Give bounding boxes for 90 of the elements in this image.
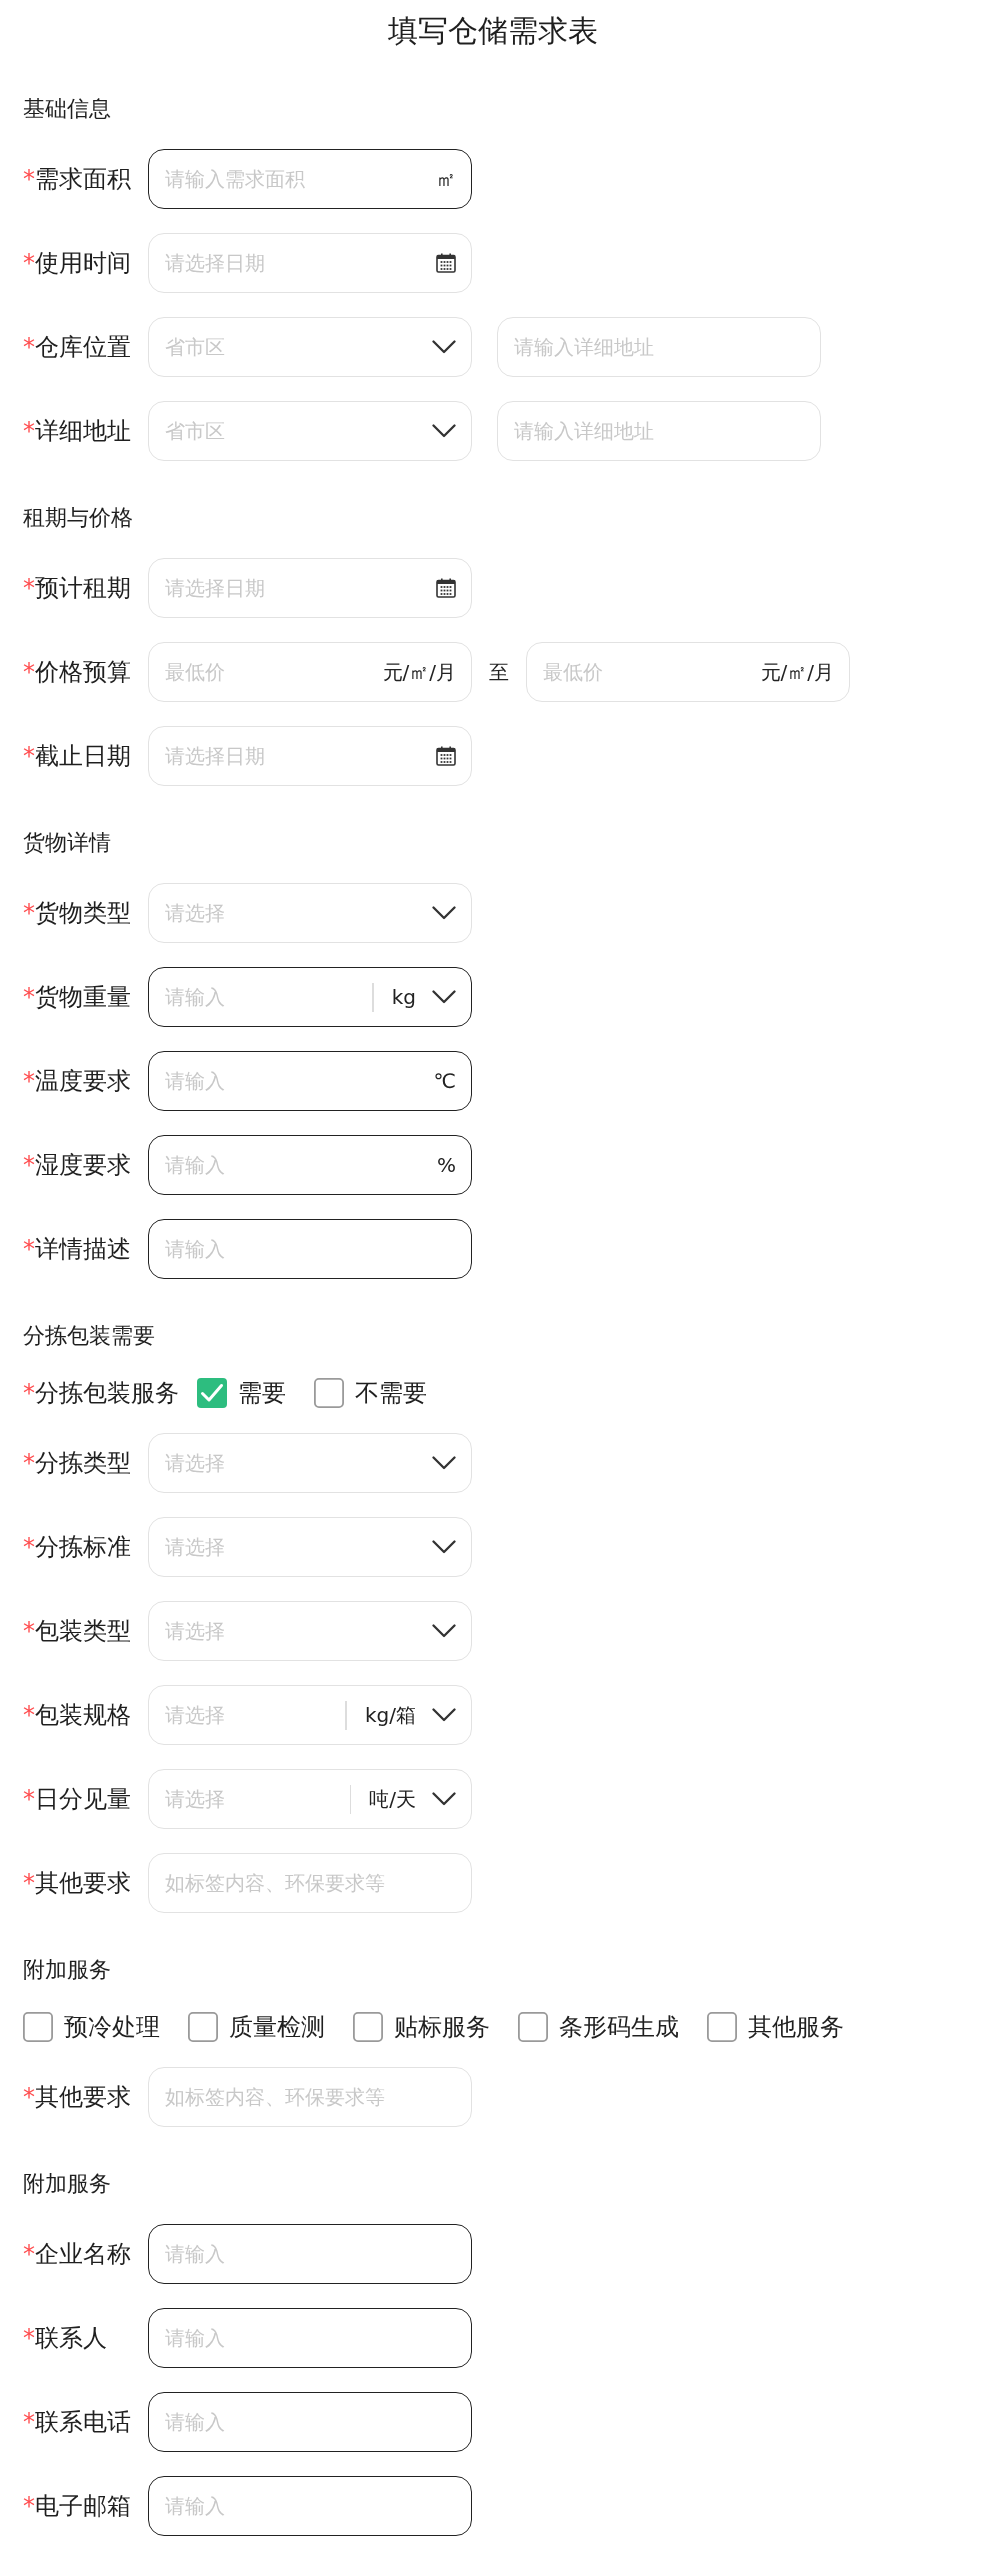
required-mark: *	[23, 2082, 35, 2112]
checkbox-label[interactable]: 质量检测	[229, 2012, 325, 2042]
field-label: 截止日期	[35, 741, 131, 771]
field-label: 分拣包装服务	[35, 1378, 179, 1408]
field-label: 联系人	[35, 2323, 107, 2353]
required-mark: *	[23, 1378, 35, 1408]
unit-dropdown[interactable]: kg/箱	[347, 1700, 456, 1730]
section-heading: 附加服务	[23, 2170, 111, 2198]
required-mark: *	[23, 1066, 35, 1096]
required-mark: *	[23, 1234, 35, 1264]
required-mark: *	[23, 1868, 35, 1898]
range-separator: 至	[489, 659, 509, 685]
field-label: 需求面积	[35, 164, 131, 194]
field-label: 其他要求	[35, 2082, 131, 2112]
required-mark: *	[23, 1616, 35, 1646]
required-mark: *	[23, 416, 35, 446]
required-mark: *	[23, 332, 35, 362]
field-label: 货物重量	[35, 982, 131, 1012]
required-mark: *	[23, 1784, 35, 1814]
unit-label: 元/㎡/月	[760, 659, 834, 685]
required-mark: *	[23, 2323, 35, 2353]
calendar-icon	[436, 253, 456, 273]
checkbox-label[interactable]: 不需要	[355, 1378, 427, 1408]
required-mark: *	[23, 898, 35, 928]
field-label: 其他要求	[35, 1868, 131, 1898]
unit-label: %	[437, 1152, 456, 1178]
field-label: 详细地址	[35, 416, 131, 446]
checkbox-label[interactable]: 贴标服务	[394, 2012, 490, 2042]
section-heading: 租期与价格	[23, 504, 133, 532]
field-label: 使用时间	[35, 248, 131, 278]
required-mark: *	[23, 2491, 35, 2521]
checkbox-label[interactable]: 条形码生成	[559, 2012, 679, 2042]
required-mark: *	[23, 248, 35, 278]
required-mark: *	[23, 1532, 35, 1562]
field-label: 分拣类型	[35, 1448, 131, 1478]
required-mark: *	[23, 164, 35, 194]
section-heading: 基础信息	[23, 95, 111, 123]
required-mark: *	[23, 982, 35, 1012]
chevron-down-icon	[432, 1792, 456, 1806]
checkbox[interactable]	[353, 2012, 383, 2042]
checkbox[interactable]	[314, 1378, 344, 1408]
checkbox[interactable]	[518, 2012, 548, 2042]
required-mark: *	[23, 573, 35, 603]
field-label: 企业名称	[35, 2239, 131, 2269]
required-mark: *	[23, 1448, 35, 1478]
checkbox-label[interactable]: 其他服务	[748, 2012, 844, 2042]
checkbox[interactable]	[707, 2012, 737, 2042]
unit-label: 元/㎡/月	[382, 659, 456, 685]
field-label: 货物类型	[35, 898, 131, 928]
chevron-down-icon	[432, 990, 456, 1004]
chevron-down-icon	[432, 424, 456, 438]
unit-dropdown[interactable]: 吨/天	[351, 1784, 456, 1814]
checkbox-label[interactable]: 需要	[238, 1378, 286, 1408]
chevron-down-icon	[432, 1624, 456, 1638]
field-label: 日分见量	[35, 1784, 131, 1814]
checkbox[interactable]	[23, 2012, 53, 2042]
field-label: 包装规格	[35, 1700, 131, 1730]
field-label: 仓库位置	[35, 332, 131, 362]
field-label: 预计租期	[35, 573, 131, 603]
page-title: 填写仓储需求表	[388, 12, 598, 50]
chevron-down-icon	[432, 1456, 456, 1470]
section-heading: 货物详情	[23, 829, 111, 857]
field-label: 价格预算	[35, 657, 131, 687]
calendar-icon	[436, 578, 456, 598]
checkbox[interactable]	[197, 1378, 227, 1408]
checkbox[interactable]	[188, 2012, 218, 2042]
unit-dropdown[interactable]: kg	[373, 982, 456, 1012]
checkbox-label[interactable]: 预冷处理	[64, 2012, 160, 2042]
field-label: 详情描述	[35, 1234, 131, 1264]
field-label: 电子邮箱	[35, 2491, 131, 2521]
required-mark: *	[23, 657, 35, 687]
required-mark: *	[23, 1700, 35, 1730]
required-mark: *	[23, 2407, 35, 2437]
required-mark: *	[23, 2239, 35, 2269]
chevron-down-icon	[432, 340, 456, 354]
unit-label: ℃	[433, 1068, 456, 1094]
field-label: 温度要求	[35, 1066, 131, 1096]
field-label: 联系电话	[35, 2407, 131, 2437]
unit-label: ㎡	[436, 166, 456, 192]
field-label: 包装类型	[35, 1616, 131, 1646]
chevron-down-icon	[432, 906, 456, 920]
chevron-down-icon	[432, 1540, 456, 1554]
required-mark: *	[23, 741, 35, 771]
field-label: 湿度要求	[35, 1150, 131, 1180]
section-heading: 分拣包装需要	[23, 1322, 155, 1350]
required-mark: *	[23, 1150, 35, 1180]
section-heading: 附加服务	[23, 1956, 111, 1984]
calendar-icon	[436, 746, 456, 766]
chevron-down-icon	[432, 1708, 456, 1722]
field-label: 分拣标准	[35, 1532, 131, 1562]
